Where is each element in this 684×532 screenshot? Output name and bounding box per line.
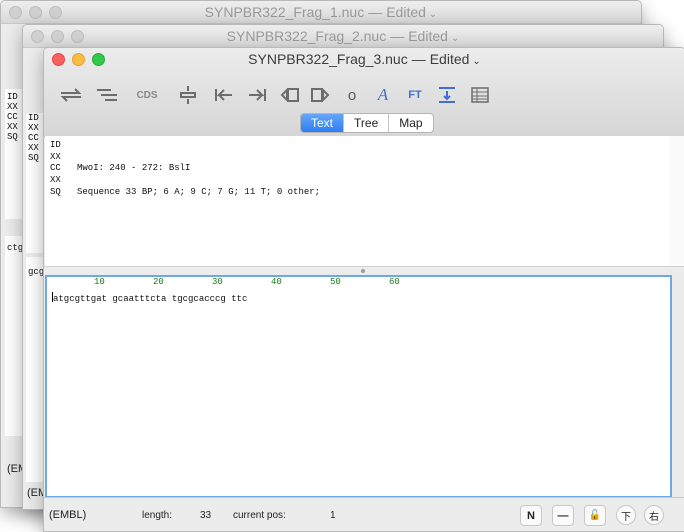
- lock-icon[interactable]: 🔓: [584, 505, 606, 526]
- ring-o-icon[interactable]: o: [338, 85, 366, 105]
- tab-tree[interactable]: Tree: [343, 114, 388, 132]
- splitter-handle-icon: [361, 269, 365, 273]
- go-start-icon[interactable]: [210, 85, 238, 105]
- split-icon[interactable]: [174, 85, 202, 105]
- complement-arrows-icon[interactable]: [57, 85, 85, 105]
- scrollbar-right[interactable]: [669, 136, 684, 266]
- sequence-text: gcg: [28, 267, 45, 277]
- align-lines-icon[interactable]: [93, 85, 121, 105]
- header-text: ID XX CC XX SQ: [7, 92, 18, 142]
- n-button[interactable]: N: [520, 505, 542, 526]
- insert-icon[interactable]: [433, 85, 461, 105]
- right-strand-button[interactable]: 右: [644, 505, 664, 525]
- status-bar: (EMBL) length: 33 current pos: 1 N — 🔓 下…: [44, 497, 684, 531]
- ruler-60: 60: [389, 277, 400, 287]
- down-strand-button[interactable]: 下: [616, 505, 636, 525]
- ruler-20: 20: [153, 277, 164, 287]
- header-pane[interactable]: ID XX CC MwoI: 240 - 272: BslI XX SQ Seq…: [45, 136, 670, 266]
- length-value: 33: [200, 510, 212, 521]
- cds-icon[interactable]: CDS: [133, 85, 161, 105]
- window-title: SYNPBR322_Frag_1.nuc — Edited ⌄: [204, 4, 438, 20]
- ruler-40: 40: [271, 277, 282, 287]
- current-pos-label: current pos:: [233, 510, 286, 521]
- prev-feature-icon[interactable]: [276, 85, 304, 105]
- ruler-50: 50: [330, 277, 341, 287]
- next-feature-icon[interactable]: [306, 85, 334, 105]
- go-end-icon[interactable]: [243, 85, 271, 105]
- dash-button[interactable]: —: [552, 505, 574, 526]
- header-text: ID XX CC XX SQ: [28, 113, 39, 163]
- length-label: length:: [142, 510, 173, 521]
- window-title: SYNPBR322_Frag_3.nuc — Edited ⌄: [248, 51, 481, 67]
- current-pos-value: 1: [330, 510, 336, 521]
- window-title: SYNPBR322_Frag_2.nuc — Edited ⌄: [226, 28, 460, 44]
- sequence-pane[interactable]: 10 20 30 40 50 60 atgcgttgat gcaatttcta …: [45, 275, 672, 498]
- ft-icon[interactable]: FT: [401, 85, 429, 105]
- table-icon[interactable]: [466, 85, 494, 105]
- header-text[interactable]: ID XX CC MwoI: 240 - 272: BslI XX SQ Seq…: [50, 140, 320, 199]
- tab-text[interactable]: Text: [301, 114, 344, 132]
- sequence-text[interactable]: atgcgttgat gcaatttcta tgcgcacccg ttc: [52, 292, 247, 304]
- ruler-30: 30: [212, 277, 223, 287]
- view-tabs: Text Tree Map: [300, 113, 434, 133]
- status-format: (EMBL): [49, 509, 87, 521]
- sequence-text: ctg: [7, 243, 24, 253]
- ruler-10: 10: [94, 277, 105, 287]
- tab-map[interactable]: Map: [388, 114, 432, 132]
- window-frag-3: SYNPBR322_Frag_3.nuc — Edited ⌄ CDS o A FT …: [43, 47, 684, 532]
- font-icon[interactable]: A: [369, 85, 397, 105]
